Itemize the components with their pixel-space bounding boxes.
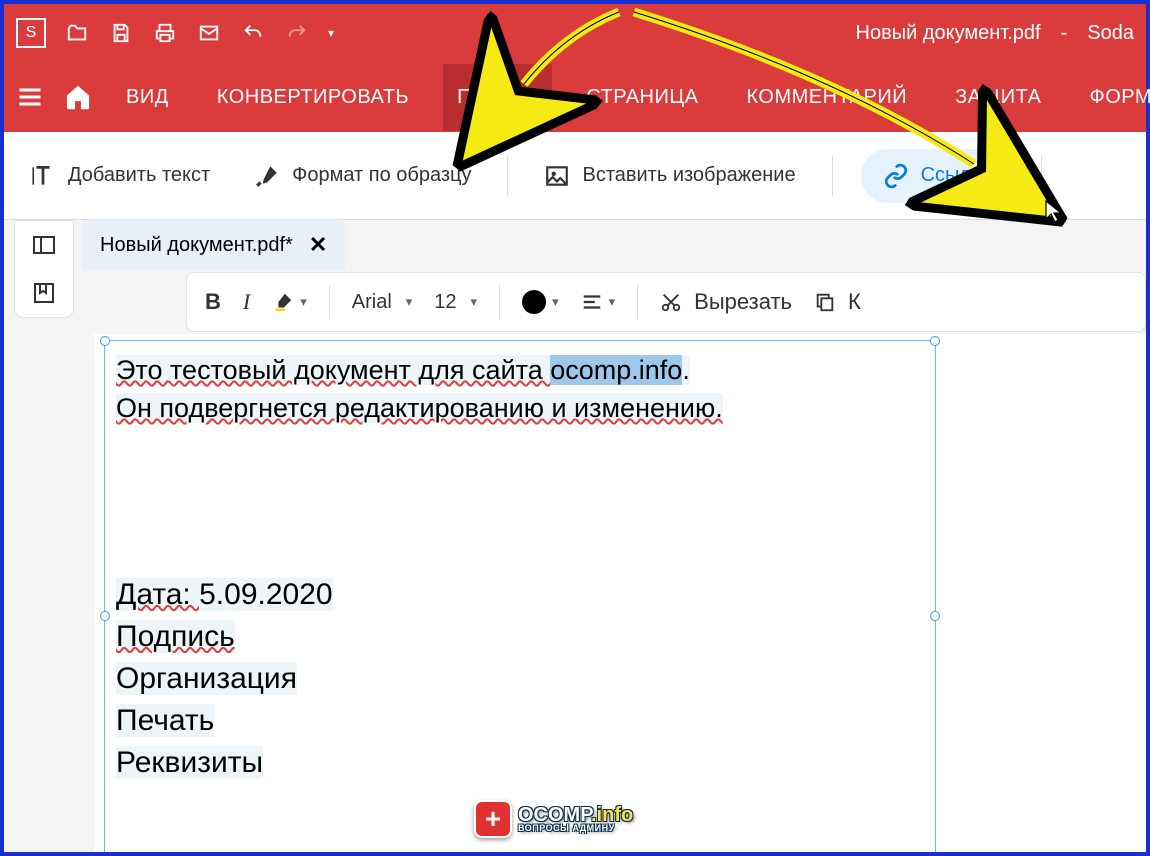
- insert-image-label: Вставить изображение: [582, 164, 795, 187]
- main-tabs: ВИД КОНВЕРТИРОВАТЬ ПРАВКА СТРАНИЦА КОММЕ…: [4, 62, 1146, 132]
- chevron-down-icon: ▾: [471, 294, 478, 310]
- bookmark-icon[interactable]: [30, 281, 58, 305]
- selection-frame[interactable]: [104, 340, 936, 852]
- save-icon[interactable]: [108, 22, 134, 44]
- format-separator: [499, 285, 500, 319]
- align-button[interactable]: ▾: [581, 291, 616, 313]
- side-panel: [14, 220, 74, 318]
- selection-handle[interactable]: [100, 611, 110, 621]
- color-swatch: [522, 290, 546, 314]
- app-name: Soda: [1087, 22, 1134, 45]
- panel-layout-icon[interactable]: [30, 233, 58, 257]
- copy-button[interactable]: К: [814, 289, 861, 315]
- font-size-select[interactable]: 12▾: [434, 291, 477, 314]
- selection-handle[interactable]: [100, 336, 110, 346]
- undo-icon[interactable]: [240, 22, 266, 44]
- format-painter-label: Формат по образцу: [292, 164, 471, 187]
- font-color-button[interactable]: ▾: [522, 290, 559, 314]
- watermark-plus-icon: +: [474, 800, 512, 838]
- redo-icon[interactable]: [284, 22, 310, 44]
- chevron-down-icon: ▾: [406, 294, 413, 310]
- tab-forms[interactable]: ФОРМЫ: [1076, 64, 1150, 131]
- mail-icon[interactable]: [196, 22, 222, 44]
- toolbar-separator: [832, 156, 833, 196]
- insert-image-button[interactable]: Вставить изображение: [536, 153, 803, 199]
- document-tab[interactable]: Новый документ.pdf* ✕: [82, 220, 345, 270]
- tab-comment[interactable]: КОММЕНТАРИЙ: [733, 64, 922, 131]
- add-text-button[interactable]: Добавить текст: [22, 153, 218, 199]
- toolbar-separator: [507, 156, 508, 196]
- tab-protect[interactable]: ЗАЩИТА: [941, 64, 1055, 131]
- home-icon[interactable]: [64, 81, 92, 113]
- watermark: + OCOMP.info ВОПРОСЫ АДМИНУ: [474, 800, 633, 838]
- brush-icon: [254, 163, 280, 189]
- titlebar-quick-actions: S ▾: [16, 18, 334, 48]
- chevron-down-icon: ▾: [609, 294, 616, 310]
- chevron-down-icon: ▾: [552, 294, 559, 310]
- text-cursor-icon: [30, 163, 56, 189]
- selection-handle[interactable]: [930, 336, 940, 346]
- hamburger-menu-icon[interactable]: [16, 81, 44, 113]
- bold-button[interactable]: B: [205, 289, 221, 315]
- tab-convert[interactable]: КОНВЕРТИРОВАТЬ: [203, 64, 423, 131]
- watermark-brand: OCOMP.info: [518, 806, 633, 824]
- title-separator: -: [1061, 22, 1068, 45]
- edit-toolbar: Добавить текст Формат по образцу Вставит…: [4, 132, 1146, 220]
- format-toolbar: B I ▾ Arial▾ 12▾ ▾ ▾ Вырезать К: [186, 272, 1146, 332]
- document-name: Новый документ.pdf: [856, 22, 1041, 45]
- link-icon: [883, 163, 909, 189]
- image-icon: [544, 163, 570, 189]
- app-logo[interactable]: S: [16, 18, 46, 48]
- italic-button[interactable]: I: [243, 289, 250, 315]
- titlebar-title: Новый документ.pdf - Soda: [856, 22, 1134, 45]
- format-painter-button[interactable]: Формат по образцу: [246, 153, 479, 199]
- print-icon[interactable]: [152, 22, 178, 44]
- document-area: Это тестовый документ для сайта ocomp.in…: [4, 334, 1146, 852]
- toolbar-separator: [1041, 156, 1042, 196]
- tab-view[interactable]: ВИД: [112, 64, 183, 131]
- quick-access-more-icon[interactable]: ▾: [328, 26, 334, 40]
- link-label: Ссылка: [921, 164, 992, 187]
- highlighter-button[interactable]: ▾: [272, 291, 307, 313]
- chevron-down-icon: ▾: [300, 294, 307, 310]
- add-text-label: Добавить текст: [68, 164, 210, 187]
- document-tab-label: Новый документ.pdf*: [100, 234, 293, 257]
- document-tabs: Новый документ.pdf* ✕: [4, 220, 1146, 270]
- cut-button[interactable]: Вырезать: [660, 289, 792, 315]
- titlebar: S ▾ Новый документ.pdf - Soda: [4, 4, 1146, 62]
- tab-edit[interactable]: ПРАВКА: [443, 64, 552, 131]
- open-icon[interactable]: [64, 22, 90, 44]
- selection-handle[interactable]: [930, 611, 940, 621]
- format-separator: [637, 285, 638, 319]
- tab-page[interactable]: СТРАНИЦА: [572, 64, 712, 131]
- font-family-select[interactable]: Arial▾: [352, 291, 413, 314]
- format-separator: [329, 285, 330, 319]
- link-button[interactable]: Ссылка: [861, 149, 1014, 203]
- close-tab-icon[interactable]: ✕: [309, 232, 327, 258]
- page[interactable]: Это тестовый документ для сайта ocomp.in…: [94, 334, 1146, 852]
